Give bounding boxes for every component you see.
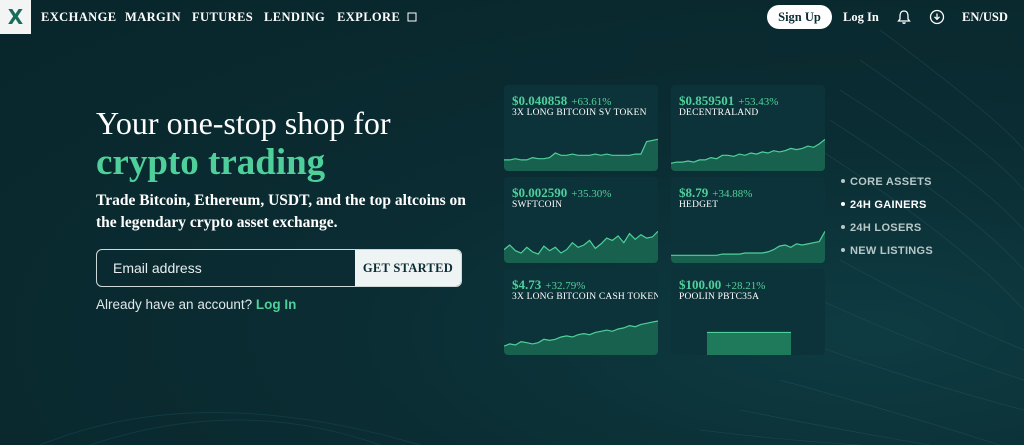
bullet-icon [841,179,845,184]
sparkline-area [671,231,825,263]
card-price: $4.73 +32.79% [512,277,585,293]
download-icon[interactable] [928,8,946,26]
market-card[interactable]: $100.00 +28.21% POOLIN PBTC35A [671,269,825,355]
card-price: $8.79 +34.88% [679,185,752,201]
sparkline-chart [504,230,658,263]
card-change: +34.88% [712,188,753,200]
card-price: $0.002590 +35.30% [512,185,611,201]
card-asset-name: 3X LONG BITCOIN CASH TOKEN [512,292,658,302]
sparkline-chart [504,138,658,171]
sparkline-area [671,139,825,171]
category-new-listings[interactable]: NEW LISTINGS [841,245,933,257]
card-change: +32.79% [545,280,586,292]
card-change: +53.43% [738,96,779,108]
bullet-icon [841,225,845,230]
bullet-icon [841,202,845,207]
external-link-icon [407,12,417,22]
account-prompt: Already have an account? Log In [96,297,296,312]
category-core-assets[interactable]: CORE ASSETS [841,176,932,188]
market-card[interactable]: $4.73 +32.79% 3X LONG BITCOIN CASH TOKEN [504,269,658,355]
sparkline-chart [671,138,825,171]
card-price-value: $0.040858 [512,93,568,108]
category-label: 24H GAINERS [850,199,927,211]
sparkline-chart [504,320,658,355]
card-asset-name: POOLIN PBTC35A [679,292,760,302]
log-in-link[interactable]: Log In [843,10,879,25]
market-card[interactable]: $0.002590 +35.30% SWFTCOIN [504,177,658,263]
nav-explore[interactable]: EXPLORE [337,10,417,25]
category-label: CORE ASSETS [850,176,932,188]
email-input[interactable] [97,250,355,286]
sparkline-area [707,332,791,355]
market-card[interactable]: $0.040858 +63.61% 3X LONG BITCOIN SV TOKEN [504,85,658,171]
category-label: 24H LOSERS [850,222,922,234]
card-price: $0.040858 +63.61% [512,93,611,109]
card-asset-name: HEDGET [679,200,719,210]
nav-margin[interactable]: MARGIN [125,10,181,25]
nav-exchange[interactable]: EXCHANGE [41,10,116,25]
category-24h-losers[interactable]: 24H LOSERS [841,222,921,234]
account-prompt-text: Already have an account? [96,297,253,312]
logo[interactable]: X [0,0,31,34]
bullet-icon [841,248,845,253]
sparkline-chart [671,231,825,263]
bell-icon[interactable] [895,8,913,26]
card-price-value: $4.73 [512,277,542,292]
logo-mark: X [7,5,24,29]
sign-up-button[interactable]: Sign Up [767,5,832,29]
card-asset-name: DECENTRALAND [679,108,759,118]
card-price-value: $0.002590 [512,185,568,200]
category-label: NEW LISTINGS [850,245,934,257]
market-card[interactable]: $0.859501 +53.43% DECENTRALAND [671,85,825,171]
hero-log-in-link[interactable]: Log In [256,297,297,312]
card-price-value: $0.859501 [679,93,735,108]
signup-form: GET STARTED [96,249,462,287]
card-asset-name: 3X LONG BITCOIN SV TOKEN [512,108,647,118]
get-started-button[interactable]: GET STARTED [355,250,461,286]
card-price-value: $8.79 [679,185,709,200]
nav-lending[interactable]: LENDING [264,10,325,25]
hero-subtitle: Trade Bitcoin, Ethereum, USDT, and the t… [96,192,466,231]
nav-futures[interactable]: FUTURES [192,10,253,25]
card-price: $0.859501 +53.43% [679,93,778,109]
market-card[interactable]: $8.79 +34.88% HEDGET [671,177,825,263]
hero-accent: crypto trading [96,142,326,183]
locale-selector[interactable]: EN/USD [962,10,1008,25]
sparkline-chart [707,331,791,355]
nav-explore-label: EXPLORE [337,10,401,24]
card-price-value: $100.00 [679,277,722,292]
hero-title: Your one-stop shop for [96,105,391,141]
card-change: +35.30% [571,188,612,200]
card-price: $100.00 +28.21% [679,277,765,293]
card-asset-name: SWFTCOIN [512,200,563,210]
card-change: +28.21% [725,280,766,292]
card-change: +63.61% [571,96,612,108]
category-24h-gainers[interactable]: 24H GAINERS [841,199,927,211]
top-navigation: X EXCHANGE MARGIN FUTURES LENDING EXPLOR… [0,0,1024,34]
